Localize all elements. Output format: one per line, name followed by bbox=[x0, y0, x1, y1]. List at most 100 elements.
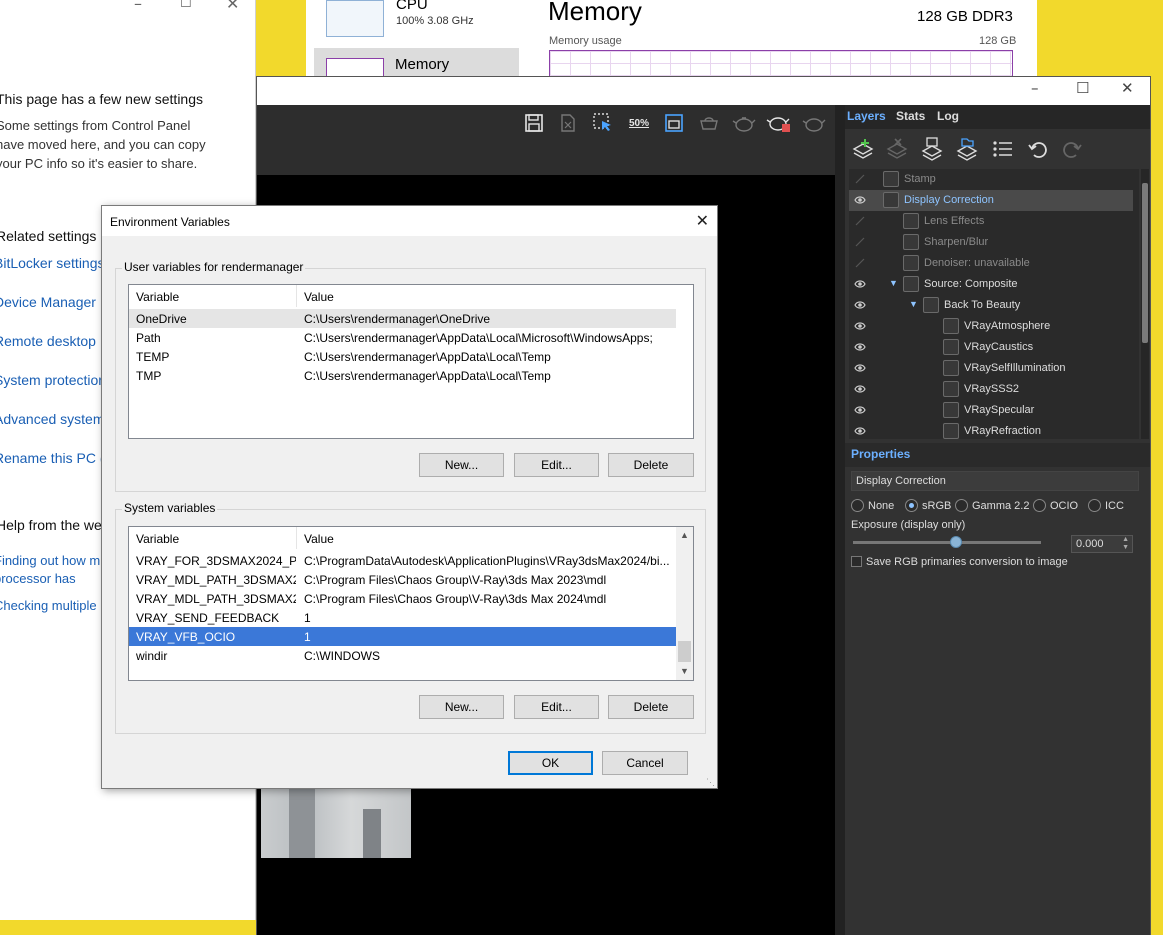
clear-image-icon[interactable] bbox=[555, 110, 581, 136]
redo-icon[interactable] bbox=[1059, 137, 1085, 161]
save-image-icon[interactable] bbox=[521, 110, 547, 136]
system-new-button[interactable]: New... bbox=[419, 695, 504, 719]
expand-arrow-icon[interactable]: ▼ bbox=[909, 299, 918, 309]
link-system-protection[interactable]: System protection bbox=[0, 372, 106, 388]
user-edit-button[interactable]: Edit... bbox=[514, 453, 599, 477]
layer-row[interactable]: VRaySelfIllumination bbox=[849, 358, 1133, 379]
scrollbar-thumb[interactable] bbox=[1142, 183, 1148, 343]
tab-log[interactable]: Log bbox=[937, 109, 959, 123]
load-layers-icon[interactable] bbox=[955, 137, 981, 161]
system-variables-list[interactable]: Variable Value ▲ ▼ VRAY_FOR_3DSMAX2024_P… bbox=[128, 526, 694, 681]
scrollbar-thumb[interactable] bbox=[678, 641, 691, 662]
column-header-value[interactable]: Value bbox=[297, 527, 341, 549]
table-row[interactable]: windir C:\WINDOWS bbox=[129, 646, 676, 665]
layer-row[interactable]: VRayRefraction bbox=[849, 421, 1133, 439]
link-advanced-system[interactable]: Advanced system bbox=[0, 411, 105, 427]
help-link-processor[interactable]: Finding out how m bbox=[0, 553, 100, 568]
layer-row[interactable]: Stamp bbox=[849, 169, 1133, 190]
table-row[interactable]: Path C:\Users\rendermanager\AppData\Local… bbox=[129, 328, 676, 347]
eye-off-icon[interactable] bbox=[854, 258, 866, 268]
layer-row[interactable]: ▼ Back To Beauty bbox=[849, 295, 1133, 316]
user-variables-list[interactable]: Variable Value OneDrive C:\Users\renderma… bbox=[128, 284, 694, 439]
exposure-slider[interactable] bbox=[853, 536, 1041, 548]
eye-off-icon[interactable] bbox=[854, 174, 866, 184]
eye-icon[interactable] bbox=[854, 426, 866, 436]
maximize-icon[interactable]: ☐ bbox=[180, 0, 192, 11]
table-row[interactable]: VRAY_SEND_FEEDBACK 1 bbox=[129, 608, 676, 627]
tab-stats[interactable]: Stats bbox=[896, 109, 925, 123]
exposure-spinner[interactable]: 0.000 ▲ ▼ bbox=[1071, 535, 1133, 553]
table-row[interactable]: TMP C:\Users\rendermanager\AppData\Local\… bbox=[129, 366, 676, 385]
save-rgb-checkbox[interactable]: Save RGB primaries conversion to image bbox=[851, 556, 1068, 568]
region-render-icon[interactable] bbox=[590, 110, 616, 136]
exposure-slider-knob[interactable] bbox=[950, 536, 963, 548]
scroll-up-icon[interactable]: ▲ bbox=[676, 527, 693, 544]
close-icon[interactable]: ✕ bbox=[1121, 79, 1134, 97]
delete-layer-icon[interactable] bbox=[885, 137, 911, 161]
cancel-button[interactable]: Cancel bbox=[602, 751, 688, 775]
checkbox-box[interactable] bbox=[851, 556, 862, 567]
layer-row[interactable]: ▼ Source: Composite bbox=[849, 274, 1133, 295]
column-header-value[interactable]: Value bbox=[297, 285, 341, 307]
layer-row[interactable]: Sharpen/Blur bbox=[849, 232, 1133, 253]
eye-icon[interactable] bbox=[854, 363, 866, 373]
help-link-processor-cont[interactable]: processor has bbox=[0, 571, 76, 586]
layer-row[interactable]: VRaySSS2 bbox=[849, 379, 1133, 400]
eye-off-icon[interactable] bbox=[854, 216, 866, 226]
render-teapot-icon[interactable] bbox=[731, 110, 757, 136]
system-edit-button[interactable]: Edit... bbox=[514, 695, 599, 719]
radio-none[interactable]: None bbox=[851, 499, 894, 512]
stop-render-icon[interactable] bbox=[766, 110, 792, 136]
table-row[interactable]: VRAY_MDL_PATH_3DSMAX2... C:\Program Files… bbox=[129, 570, 676, 589]
resize-grip-icon[interactable]: ⋱ bbox=[706, 777, 715, 788]
link-device-manager[interactable]: Device Manager bbox=[0, 294, 96, 310]
user-delete-button[interactable]: Delete bbox=[608, 453, 694, 477]
table-row[interactable]: OneDrive C:\Users\rendermanager\OneDrive bbox=[129, 309, 676, 328]
minimize-icon[interactable]: – bbox=[1031, 79, 1039, 97]
table-row[interactable]: TEMP C:\Users\rendermanager\AppData\Local… bbox=[129, 347, 676, 366]
layer-row[interactable]: VRaySpecular bbox=[849, 400, 1133, 421]
table-row[interactable]: VRAY_MDL_PATH_3DSMAX2... C:\Program Files… bbox=[129, 589, 676, 608]
minimize-icon[interactable]: – bbox=[134, 0, 142, 13]
eye-off-icon[interactable] bbox=[854, 237, 866, 247]
layer-row[interactable]: Display Correction bbox=[849, 190, 1133, 211]
eye-icon[interactable] bbox=[854, 195, 866, 205]
radio-gamma[interactable]: Gamma 2.2 bbox=[955, 499, 1029, 512]
cpu-label[interactable]: CPU bbox=[396, 0, 428, 13]
radio-icc[interactable]: ICC bbox=[1088, 499, 1124, 512]
column-header-variable[interactable]: Variable bbox=[129, 285, 297, 307]
close-icon[interactable]: ✕ bbox=[696, 211, 709, 230]
eye-icon[interactable] bbox=[854, 300, 866, 310]
user-new-button[interactable]: New... bbox=[419, 453, 504, 477]
link-remote-desktop[interactable]: Remote desktop bbox=[0, 333, 96, 349]
maximize-icon[interactable]: ☐ bbox=[1076, 79, 1089, 97]
ok-button[interactable]: OK bbox=[508, 751, 593, 775]
eye-icon[interactable] bbox=[854, 405, 866, 415]
scroll-down-icon[interactable]: ▼ bbox=[676, 663, 693, 680]
panel-splitter[interactable] bbox=[835, 105, 845, 935]
add-layer-icon[interactable] bbox=[851, 137, 877, 161]
layer-row[interactable]: VRayAtmosphere bbox=[849, 316, 1133, 337]
save-layers-icon[interactable] bbox=[920, 137, 946, 161]
radio-ocio[interactable]: OCIO bbox=[1033, 499, 1078, 512]
layer-row[interactable]: VRayCaustics bbox=[849, 337, 1133, 358]
tab-layers[interactable]: Layers bbox=[847, 109, 886, 123]
table-row[interactable]: VRAY_FOR_3DSMAX2024_PL... C:\ProgramData\… bbox=[129, 551, 676, 570]
zoom-50-icon[interactable]: 50% bbox=[626, 110, 652, 136]
render-last-icon[interactable] bbox=[801, 110, 827, 136]
eye-icon[interactable] bbox=[854, 321, 866, 331]
radio-srgb[interactable]: sRGB bbox=[905, 499, 951, 512]
close-icon[interactable]: ✕ bbox=[226, 0, 239, 13]
expand-arrow-icon[interactable]: ▼ bbox=[889, 278, 898, 288]
link-bitlocker[interactable]: BitLocker settings bbox=[0, 255, 105, 271]
table-row[interactable]: VRAY_VFB_OCIO 1 bbox=[129, 627, 676, 646]
list-icon[interactable] bbox=[990, 137, 1016, 161]
interactive-render-icon[interactable] bbox=[696, 110, 722, 136]
eye-icon[interactable] bbox=[854, 342, 866, 352]
system-list-scrollbar[interactable]: ▲ ▼ bbox=[676, 527, 693, 680]
eye-icon[interactable] bbox=[854, 384, 866, 394]
layer-row[interactable]: Denoiser: unavailable bbox=[849, 253, 1133, 274]
layers-scrollbar[interactable] bbox=[1141, 169, 1149, 439]
column-header-variable[interactable]: Variable bbox=[129, 527, 297, 549]
link-rename-pc[interactable]: Rename this PC (a bbox=[0, 450, 112, 466]
